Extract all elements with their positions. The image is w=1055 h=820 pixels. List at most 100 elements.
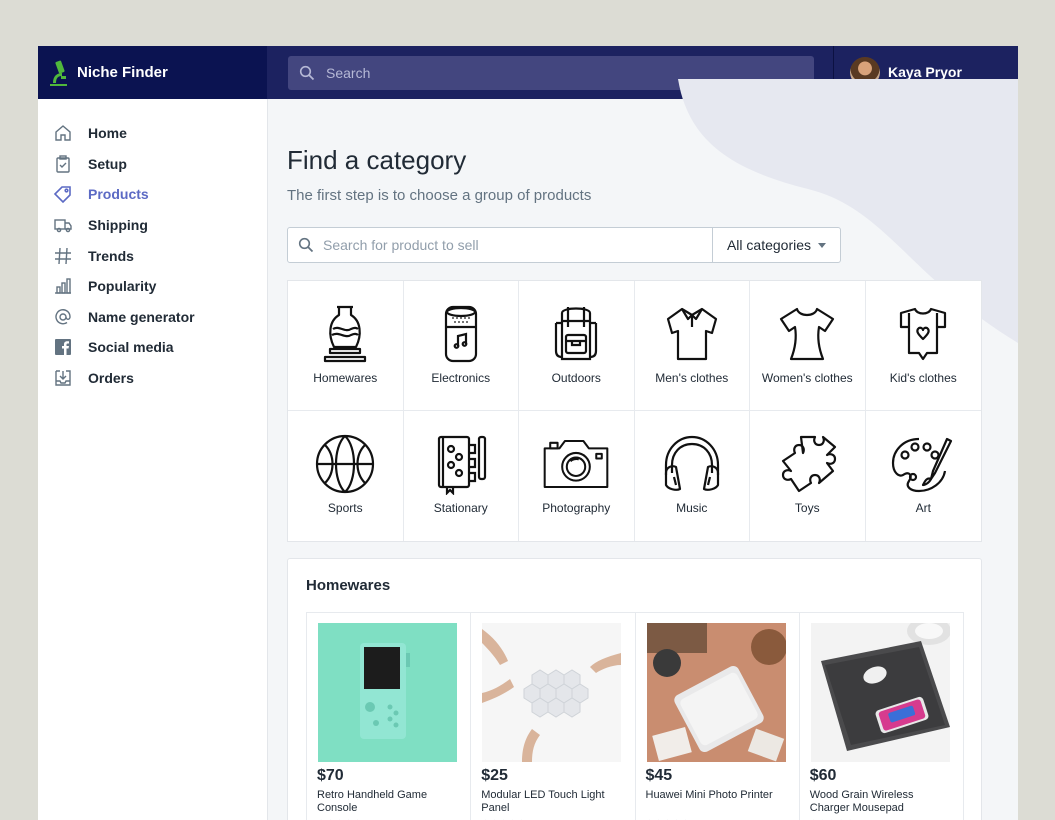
product-price: $45 <box>645 767 673 784</box>
category-tile-mens-clothes[interactable]: Men's clothes <box>634 281 750 411</box>
product-card[interactable]: $60 Wood Grain Wireless Charger Mousepad… <box>800 613 963 820</box>
sidebar-item-products[interactable]: Products <box>53 179 195 210</box>
sidebar-item-trends[interactable]: Trends <box>53 240 195 271</box>
notebook-icon <box>426 431 496 497</box>
sidebar-item-label: Trends <box>88 247 134 264</box>
download-tray-icon <box>53 368 73 388</box>
sidebar-nav: Home Setup Products Shipping Trends Popu… <box>53 118 195 393</box>
category-label: Electronics <box>431 371 491 385</box>
category-tile-photography[interactable]: Photography <box>519 411 635 541</box>
caret-down-icon <box>818 242 827 248</box>
facebook-icon <box>53 337 73 357</box>
category-label: Men's clothes <box>655 371 729 385</box>
brand[interactable]: Niche Finder <box>38 46 267 99</box>
product-price: $60 <box>809 767 837 784</box>
hashtag-icon <box>53 246 73 266</box>
global-search-placeholder: Search <box>326 65 371 81</box>
product-name: Modular LED Touch Light Panel <box>481 789 605 814</box>
category-label: Kid's clothes <box>889 371 957 385</box>
category-label: Toys <box>794 501 820 515</box>
camera-icon <box>541 431 611 497</box>
sidebar-item-orders[interactable]: Orders <box>53 363 195 394</box>
category-tile-stationary[interactable]: Stationary <box>404 411 519 541</box>
product-image-photo-printer <box>646 623 786 762</box>
product-image-game-console <box>318 623 457 762</box>
page-title: Find a category <box>287 145 467 175</box>
product-name: Retro Handheld Game Console <box>317 789 428 814</box>
products-panel-title: Homewares <box>306 577 391 594</box>
category-tile-outdoors[interactable]: Outdoors <box>519 281 635 411</box>
product-price: $70 <box>317 767 344 784</box>
category-select[interactable]: All categories <box>712 228 840 262</box>
category-label: Homewares <box>313 371 378 385</box>
headphones-icon <box>657 431 727 497</box>
sidebar-item-label: Orders <box>88 370 134 387</box>
category-label: Sports <box>327 501 363 515</box>
backpack-icon <box>541 301 611 367</box>
bar-chart-icon <box>53 276 73 296</box>
product-card[interactable]: $45 Huawei Mini Photo Printer ★★★★★ <box>636 613 800 820</box>
product-search-bar: Search for product to sell All categorie… <box>287 227 841 263</box>
main-content: Find a category The first step is to cho… <box>268 79 1018 820</box>
category-label: Stationary <box>433 501 488 515</box>
user-name: Kaya Pryor <box>888 64 962 80</box>
search-icon <box>298 237 314 253</box>
sidebar-item-popularity[interactable]: Popularity <box>53 271 195 302</box>
product-image-led-panel <box>482 623 622 762</box>
palette-icon <box>888 431 958 497</box>
product-search-input[interactable]: Search for product to sell <box>288 228 712 262</box>
smart-speaker-icon <box>426 301 496 367</box>
sidebar: Home Setup Products Shipping Trends Popu… <box>38 99 268 820</box>
product-image-charger-mousepad <box>810 623 950 762</box>
category-label: Music <box>676 501 708 515</box>
at-sign-icon <box>53 307 73 327</box>
category-grid: Homewares Electronics Outdoors Men's clo… <box>287 280 982 542</box>
sidebar-item-home[interactable]: Home <box>53 118 195 149</box>
baby-onesie-icon <box>888 301 958 367</box>
basketball-icon <box>310 431 380 497</box>
category-tile-toys[interactable]: Toys <box>750 411 866 541</box>
category-label: Photography <box>542 501 611 515</box>
product-search-placeholder: Search for product to sell <box>323 237 479 253</box>
app-title: Niche Finder <box>77 64 168 81</box>
category-tile-kids-clothes[interactable]: Kid's clothes <box>865 281 981 411</box>
puzzle-icon <box>772 431 842 497</box>
category-select-value: All categories <box>726 237 812 253</box>
home-icon <box>53 123 73 143</box>
truck-icon <box>53 215 73 235</box>
sidebar-item-name-generator[interactable]: Name generator <box>53 302 195 333</box>
products-panel: Homewares $70 Retro Handheld Game Consol… <box>287 558 982 820</box>
sidebar-item-social-media[interactable]: Social media <box>53 332 195 363</box>
category-label: Outdoors <box>551 371 601 385</box>
sidebar-item-shipping[interactable]: Shipping <box>53 210 195 241</box>
category-tile-homewares[interactable]: Homewares <box>288 281 404 411</box>
category-label: Women's clothes <box>761 371 853 385</box>
vase-icon <box>310 301 380 367</box>
category-tile-electronics[interactable]: Electronics <box>403 281 519 411</box>
sidebar-item-label: Home <box>88 125 127 142</box>
product-card[interactable]: $25 Modular LED Touch Light Panel ★★★★★ <box>471 613 636 820</box>
product-name: Huawei Mini Photo Printer <box>645 789 773 801</box>
category-tile-sports[interactable]: Sports <box>288 411 404 541</box>
product-card[interactable]: $70 Retro Handheld Game Console ★★★★★ <box>307 613 472 820</box>
clipboard-icon <box>53 154 73 174</box>
sidebar-item-label: Name generator <box>88 308 195 325</box>
womens-top-icon <box>772 301 842 367</box>
sidebar-item-setup[interactable]: Setup <box>53 149 195 180</box>
product-name: Wood Grain Wireless Charger Mousepad <box>809 789 914 814</box>
category-tile-art[interactable]: Art <box>866 411 982 541</box>
polo-shirt-icon <box>657 301 727 367</box>
category-tile-music[interactable]: Music <box>635 411 750 541</box>
product-price: $25 <box>481 767 508 784</box>
sidebar-item-label: Social media <box>88 339 174 356</box>
sidebar-item-label: Setup <box>88 155 127 172</box>
sidebar-item-label: Products <box>88 186 149 203</box>
app-window: Niche Finder Search Kaya Pryor Home Setu… <box>38 46 1018 820</box>
tag-icon <box>53 184 73 204</box>
product-card-list: $70 Retro Handheld Game Console ★★★★★ $2… <box>306 612 964 820</box>
microscope-logo-icon <box>47 58 69 88</box>
category-tile-womens-clothes[interactable]: Women's clothes <box>750 281 866 411</box>
sidebar-item-label: Shipping <box>88 217 148 234</box>
page-subtitle: The first step is to choose a group of p… <box>287 187 592 204</box>
sidebar-item-label: Popularity <box>88 278 157 295</box>
